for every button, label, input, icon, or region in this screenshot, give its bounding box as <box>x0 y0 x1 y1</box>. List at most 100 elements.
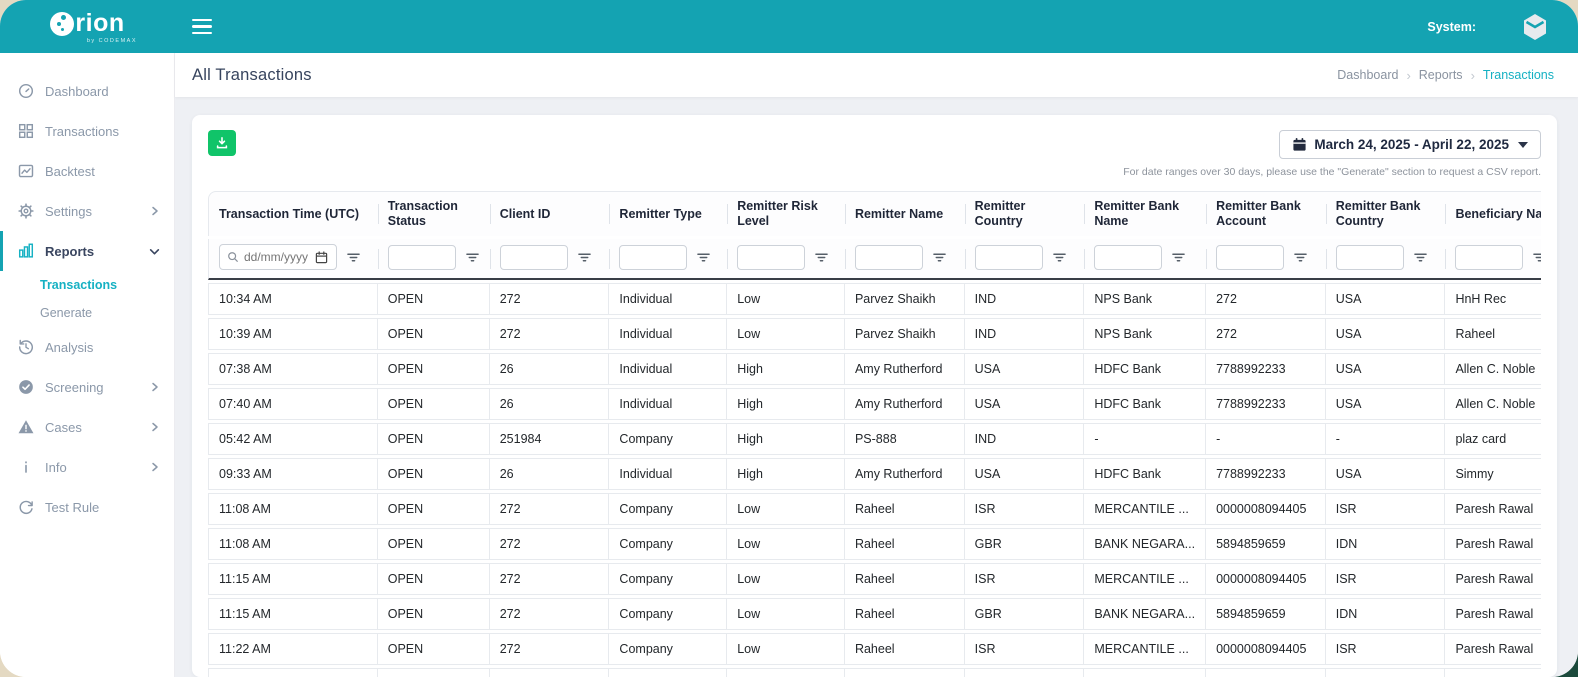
filter-input-remitter-bank-country[interactable] <box>1336 245 1404 270</box>
sidebar-item-settings[interactable]: Settings <box>0 191 174 231</box>
table-cell: PS-888 <box>845 423 965 455</box>
table-row[interactable]: 05:42 AMOPEN251984CompanyHighPS-888IND--… <box>208 423 1541 455</box>
sidebar-item-test-rule[interactable]: Test Rule <box>0 487 174 527</box>
sidebar-subitem-transactions[interactable]: Transactions <box>0 271 174 299</box>
table-cell: NPS Bank <box>1084 283 1206 315</box>
table-cell: Amy Rutherford <box>845 388 965 420</box>
table-cell: Allen C. Noble <box>1445 353 1541 385</box>
filter-input-remitter-bank-account[interactable] <box>1216 245 1284 270</box>
table-row[interactable]: 11:22 AMOPEN272CompanyLowRaheelGBRBANK N… <box>208 668 1541 677</box>
sidebar-item-info[interactable]: Info <box>0 447 174 487</box>
title-bar: All Transactions Dashboard›Reports›Trans… <box>175 53 1578 97</box>
table-cell: 7788992233 <box>1206 388 1326 420</box>
filter-cell-remitter-bank-account <box>1206 239 1326 280</box>
table-cell: USA <box>1326 458 1446 490</box>
column-header-beneficiary-name[interactable]: Beneficiary Name <box>1445 191 1541 236</box>
info-icon <box>16 458 35 477</box>
column-header-remitter-risk-level[interactable]: Remitter Risk Level <box>727 191 845 236</box>
table-cell: OPEN <box>378 563 490 595</box>
breadcrumb-link-dashboard[interactable]: Dashboard <box>1337 68 1398 82</box>
filter-input-client-id[interactable] <box>500 245 568 270</box>
history-icon <box>16 338 35 357</box>
table-row[interactable]: 07:40 AMOPEN26IndividualHighAmy Rutherfo… <box>208 388 1541 420</box>
refresh-icon <box>16 498 35 517</box>
table-row[interactable]: 07:38 AMOPEN26IndividualHighAmy Rutherfo… <box>208 353 1541 385</box>
transactions-table-container[interactable]: Transaction Time (UTC)Transaction Status… <box>208 188 1541 677</box>
table-cell: OPEN <box>378 668 490 677</box>
filter-icon[interactable] <box>814 251 829 264</box>
filter-input-remitter-bank-name[interactable] <box>1094 245 1162 270</box>
filter-input-beneficiary-name[interactable] <box>1455 245 1523 270</box>
filter-input-remitter-risk-level[interactable] <box>737 245 805 270</box>
table-cell: BANK NEGARA... <box>1084 598 1206 630</box>
brand-logo[interactable]: rion by CODEMAX <box>0 0 175 53</box>
filter-icon[interactable] <box>346 251 361 264</box>
sidebar-item-label: Info <box>45 460 67 475</box>
table-cell: - <box>1326 423 1446 455</box>
date-range-picker[interactable]: March 24, 2025 - April 22, 2025 <box>1279 130 1541 159</box>
breadcrumb-current[interactable]: Transactions <box>1483 68 1554 82</box>
table-row[interactable]: 10:34 AMOPEN272IndividualLowParvez Shaik… <box>208 283 1541 315</box>
sidebar-item-cases[interactable]: Cases <box>0 407 174 447</box>
table-cell: 272 <box>490 283 610 315</box>
table-row[interactable]: 09:33 AMOPEN26IndividualHighAmy Rutherfo… <box>208 458 1541 490</box>
table-cell: 07:38 AM <box>208 353 378 385</box>
filter-icon[interactable] <box>696 251 711 264</box>
calendar-icon[interactable] <box>315 251 328 264</box>
date-filter-input[interactable] <box>244 250 310 264</box>
filter-icon[interactable] <box>932 251 947 264</box>
table-row[interactable]: 11:15 AMOPEN272CompanyLowRaheelISRMERCAN… <box>208 563 1541 595</box>
table-row[interactable]: 11:08 AMOPEN272CompanyLowRaheelGBRBANK N… <box>208 528 1541 560</box>
sidebar-item-backtest[interactable]: Backtest <box>0 151 174 191</box>
filter-input-remitter-country[interactable] <box>975 245 1043 270</box>
package-cube-icon[interactable] <box>1518 10 1552 44</box>
table-row[interactable]: 11:22 AMOPEN272CompanyLowRaheelISRMERCAN… <box>208 633 1541 665</box>
filter-icon[interactable] <box>1532 251 1541 264</box>
table-cell: 11:08 AM <box>208 493 378 525</box>
table-cell: OPEN <box>378 458 490 490</box>
sidebar-item-label: Analysis <box>45 340 93 355</box>
sidebar-item-reports[interactable]: Reports <box>0 231 174 271</box>
table-cell: Low <box>727 633 845 665</box>
table-cell: Company <box>609 423 727 455</box>
table-cell: ISR <box>1326 563 1446 595</box>
sidebar-item-analysis[interactable]: Analysis <box>0 327 174 367</box>
column-header-client-id[interactable]: Client ID <box>490 191 610 236</box>
table-cell: GBR <box>965 598 1085 630</box>
column-header-transaction-time-utc[interactable]: Transaction Time (UTC) <box>208 191 378 236</box>
download-csv-button[interactable] <box>208 130 236 156</box>
page-title: All Transactions <box>192 66 312 85</box>
filter-icon[interactable] <box>465 251 480 264</box>
column-header-remitter-name[interactable]: Remitter Name <box>845 191 965 236</box>
sidebar-item-screening[interactable]: Screening <box>0 367 174 407</box>
table-row[interactable]: 10:39 AMOPEN272IndividualLowParvez Shaik… <box>208 318 1541 350</box>
table-cell: Low <box>727 563 845 595</box>
column-header-remitter-bank-account[interactable]: Remitter Bank Account <box>1206 191 1326 236</box>
filter-icon[interactable] <box>1413 251 1428 264</box>
filter-icon[interactable] <box>1171 251 1186 264</box>
column-header-remitter-bank-name[interactable]: Remitter Bank Name <box>1084 191 1206 236</box>
sidebar-item-transactions[interactable]: Transactions <box>0 111 174 151</box>
breadcrumb-link-reports[interactable]: Reports <box>1419 68 1463 82</box>
table-cell: High <box>727 423 845 455</box>
table-cell: Parvez Shaikh <box>845 318 965 350</box>
table-cell: OPEN <box>378 633 490 665</box>
column-header-remitter-type[interactable]: Remitter Type <box>609 191 727 236</box>
filter-input-transaction-status[interactable] <box>388 245 456 270</box>
table-cell: 11:08 AM <box>208 528 378 560</box>
filter-input-remitter-name[interactable] <box>855 245 923 270</box>
filter-icon[interactable] <box>1293 251 1308 264</box>
table-row[interactable]: 11:15 AMOPEN272CompanyLowRaheelGBRBANK N… <box>208 598 1541 630</box>
filter-input-remitter-type[interactable] <box>619 245 687 270</box>
filter-icon[interactable] <box>577 251 592 264</box>
hamburger-menu-icon[interactable] <box>192 19 212 35</box>
table-row[interactable]: 11:08 AMOPEN272CompanyLowRaheelISRMERCAN… <box>208 493 1541 525</box>
sidebar-item-dashboard[interactable]: Dashboard <box>0 71 174 111</box>
table-cell: 11:15 AM <box>208 563 378 595</box>
table-cell: 272 <box>490 633 610 665</box>
sidebar-subitem-generate[interactable]: Generate <box>0 299 174 327</box>
column-header-remitter-country[interactable]: Remitter Country <box>965 191 1085 236</box>
column-header-transaction-status[interactable]: Transaction Status <box>378 191 490 236</box>
column-header-remitter-bank-country[interactable]: Remitter Bank Country <box>1326 191 1446 236</box>
filter-icon[interactable] <box>1052 251 1067 264</box>
